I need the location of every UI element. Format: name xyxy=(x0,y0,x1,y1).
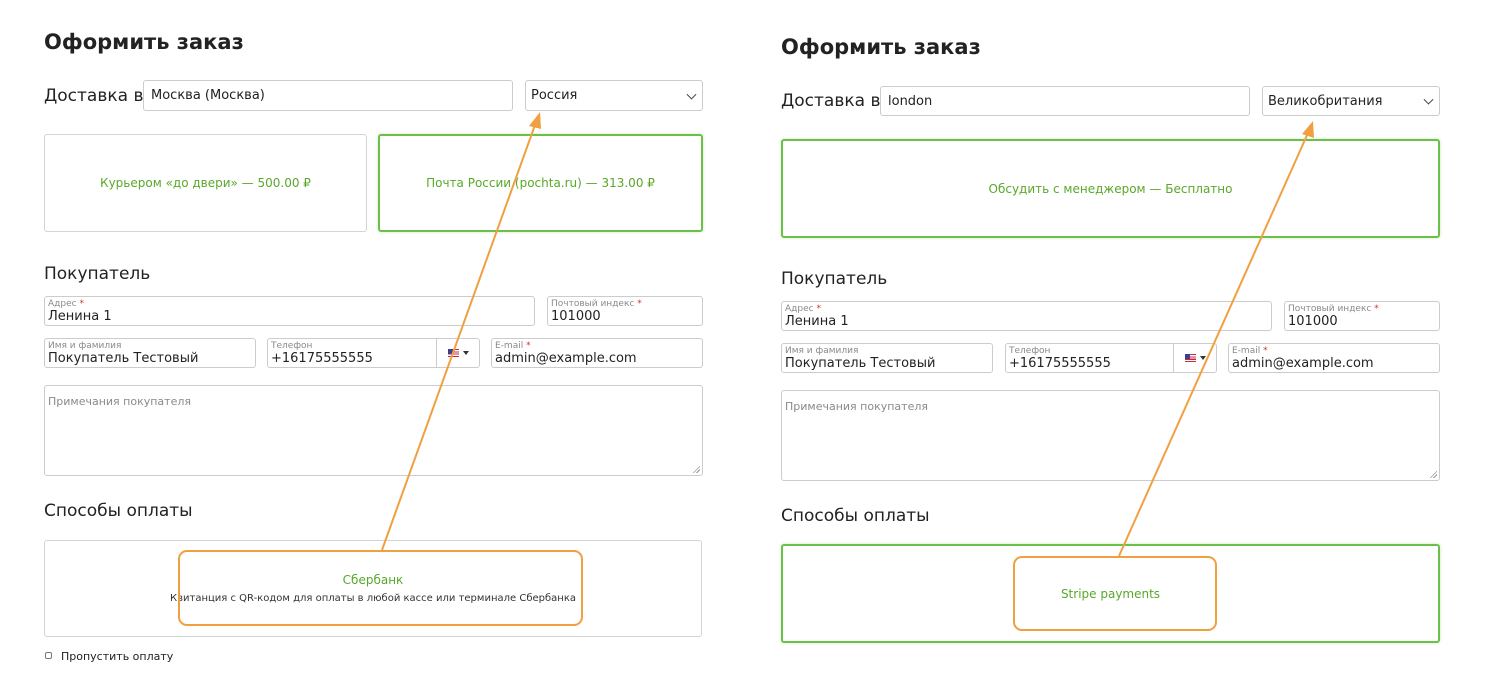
annotation-highlight-box xyxy=(178,550,583,626)
caret-down-icon xyxy=(1199,356,1206,360)
address-value: Ленина 1 xyxy=(785,314,849,329)
resize-grip-icon[interactable] xyxy=(1429,470,1437,478)
delivery-label: Доставка в xyxy=(781,91,881,111)
notes-placeholder: Примечания покупателя xyxy=(48,395,191,408)
page-title: Оформить заказ xyxy=(44,30,244,54)
name-value: Покупатель Тестовый xyxy=(785,356,936,371)
annotation-highlight-box xyxy=(1013,556,1217,631)
city-input[interactable]: london xyxy=(880,86,1250,116)
payment-heading: Способы оплаты xyxy=(781,506,930,526)
notes-textarea[interactable]: Примечания покупателя xyxy=(44,385,703,476)
us-flag-icon xyxy=(1184,354,1196,362)
skip-payment-checkbox[interactable] xyxy=(45,652,52,659)
name-label: Имя и фамилия xyxy=(48,341,122,351)
skip-payment-label: Пропустить оплату xyxy=(61,650,174,663)
country-select-value: Россия xyxy=(531,88,578,103)
phone-value: +16175555555 xyxy=(271,351,373,366)
country-select[interactable]: Россия xyxy=(525,80,703,111)
phone-label: Телефон xyxy=(271,341,313,351)
email-value: admin@example.com xyxy=(495,351,637,366)
zip-value: 101000 xyxy=(1288,314,1338,329)
address-value: Ленина 1 xyxy=(48,309,112,324)
address-label: Адрес xyxy=(48,299,77,309)
notes-textarea[interactable]: Примечания покупателя xyxy=(781,390,1440,481)
shipping-option-manager[interactable]: Обсудить с менеджером — Бесплатно xyxy=(781,139,1440,238)
city-input-value: london xyxy=(888,93,933,109)
address-field[interactable]: Адрес * Ленина 1 xyxy=(781,301,1272,331)
payment-heading: Способы оплаты xyxy=(44,501,193,521)
country-select-value: Великобритания xyxy=(1268,93,1383,109)
caret-down-icon xyxy=(462,351,469,355)
phone-value: +16175555555 xyxy=(1009,356,1111,371)
shipping-option-label: Курьером «до двери» — 500.00 ₽ xyxy=(100,176,311,190)
phone-label: Телефон xyxy=(1009,346,1051,356)
phone-field[interactable]: Телефон +16175555555 xyxy=(267,338,480,368)
phone-field[interactable]: Телефон +16175555555 xyxy=(1005,343,1217,373)
zip-label: Почтовый индекс xyxy=(1288,304,1372,314)
shipping-option-courier[interactable]: Курьером «до двери» — 500.00 ₽ xyxy=(44,134,367,232)
email-field[interactable]: E-mail * admin@example.com xyxy=(1228,343,1440,373)
email-label: E-mail xyxy=(495,341,524,351)
chevron-down-icon xyxy=(1423,94,1434,105)
email-value: admin@example.com xyxy=(1232,356,1374,371)
country-code-dropdown[interactable] xyxy=(436,339,479,367)
name-field[interactable]: Имя и фамилия Покупатель Тестовый xyxy=(781,343,993,373)
name-value: Покупатель Тестовый xyxy=(48,351,199,366)
city-input-value: Москва (Москва) xyxy=(151,88,265,103)
resize-grip-icon[interactable] xyxy=(692,465,700,473)
buyer-heading: Покупатель xyxy=(44,264,151,284)
buyer-heading: Покупатель xyxy=(781,269,888,289)
zip-label: Почтовый индекс xyxy=(551,299,635,309)
zip-field[interactable]: Почтовый индекс * 101000 xyxy=(1284,301,1440,331)
country-code-dropdown[interactable] xyxy=(1173,344,1216,372)
page-title: Оформить заказ xyxy=(781,35,981,59)
notes-placeholder: Примечания покупателя xyxy=(785,400,928,413)
us-flag-icon xyxy=(447,349,459,357)
name-label: Имя и фамилия xyxy=(785,346,859,356)
address-label: Адрес xyxy=(785,304,814,314)
city-input[interactable]: Москва (Москва) xyxy=(143,80,513,111)
name-field[interactable]: Имя и фамилия Покупатель Тестовый xyxy=(44,338,256,368)
chevron-down-icon xyxy=(686,89,697,100)
email-field[interactable]: E-mail * admin@example.com xyxy=(491,338,703,368)
country-select[interactable]: Великобритания xyxy=(1262,86,1440,116)
shipping-option-label: Почта России (pochta.ru) — 313.00 ₽ xyxy=(426,176,655,190)
shipping-option-label: Обсудить с менеджером — Бесплатно xyxy=(988,181,1233,196)
delivery-label: Доставка в xyxy=(44,86,144,106)
zip-value: 101000 xyxy=(551,309,601,324)
shipping-option-pochta[interactable]: Почта России (pochta.ru) — 313.00 ₽ xyxy=(378,134,703,232)
address-field[interactable]: Адрес * Ленина 1 xyxy=(44,296,535,326)
email-label: E-mail xyxy=(1232,346,1261,356)
zip-field[interactable]: Почтовый индекс * 101000 xyxy=(547,296,703,326)
